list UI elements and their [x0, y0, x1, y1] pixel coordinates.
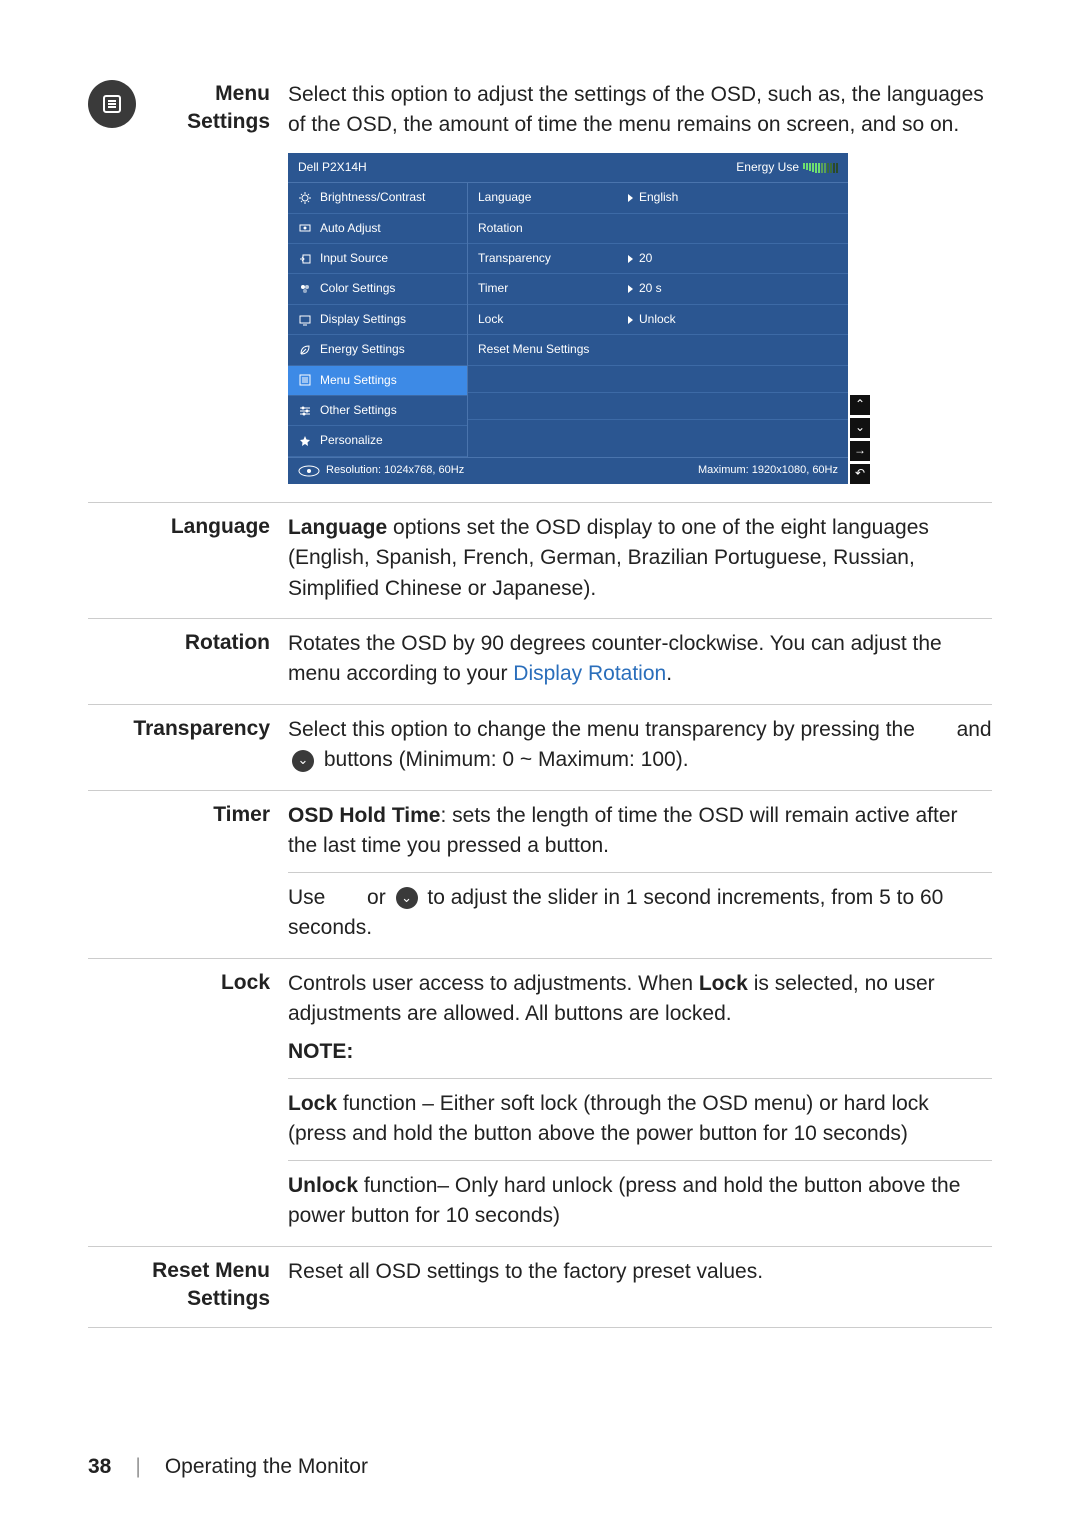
reset-description: Reset all OSD settings to the factory pr… [288, 1257, 992, 1287]
osd-up-button[interactable]: ⌃ [850, 395, 870, 415]
osd-item-label: Other Settings [320, 402, 397, 419]
lock-description: Controls user access to adjustments. Whe… [288, 969, 992, 1232]
label-menu-settings: Menu Settings [148, 80, 288, 137]
osd-right-panel: LanguageEnglishRotationTransparency20Tim… [468, 183, 848, 457]
osd-setting-label: Transparency [478, 250, 628, 267]
transparency-description: Select this option to change the menu tr… [288, 715, 992, 776]
osd-setting-row[interactable]: Rotation [468, 214, 848, 244]
rotation-description: Rotates the OSD by 90 degrees counter-cl… [288, 629, 992, 690]
label-rotation: Rotation [148, 629, 288, 657]
label-reset-menu-settings: Reset Menu Settings [148, 1257, 288, 1314]
osd-item-icon [298, 282, 312, 296]
osd-right-button[interactable]: → [850, 441, 870, 461]
down-arrow-icon: ⌄ [292, 750, 314, 772]
osd-menu-item[interactable]: Auto Adjust [288, 214, 467, 244]
osd-menu-item[interactable]: Energy Settings [288, 335, 467, 365]
osd-item-label: Color Settings [320, 280, 395, 297]
down-arrow-icon: ⌄ [396, 887, 418, 909]
osd-menu-item[interactable]: Display Settings [288, 305, 467, 335]
osd-menu-item[interactable]: Brightness/Contrast [288, 183, 467, 213]
page-number: 38 [88, 1455, 111, 1479]
osd-setting-row[interactable]: Transparency20 [468, 244, 848, 274]
osd-setting-value: English [628, 189, 678, 206]
section-transparency: Transparency Select this option to chang… [88, 705, 992, 791]
osd-menu-item[interactable]: Menu Settings [288, 366, 467, 396]
label-timer: Timer [148, 801, 288, 829]
osd-item-icon [298, 373, 312, 387]
osd-setting-label: Rotation [478, 220, 628, 237]
footer-section-title: Operating the Monitor [165, 1455, 368, 1479]
osd-item-icon [298, 404, 312, 418]
osd-menu-item[interactable]: Color Settings [288, 274, 467, 304]
osd-item-label: Personalize [320, 432, 383, 449]
osd-setting-value: 20 s [628, 280, 662, 297]
menu-settings-description: Select this option to adjust the setting… [288, 80, 992, 141]
menu-icon [88, 80, 136, 128]
osd-item-icon [298, 191, 312, 205]
osd-setting-label: Reset Menu Settings [478, 341, 628, 358]
timer-description: OSD Hold Time: sets the length of time t… [288, 801, 992, 944]
label-language: Language [148, 513, 288, 541]
osd-item-icon [298, 434, 312, 448]
osd-setting-row[interactable]: Timer20 s [468, 274, 848, 304]
osd-setting-value: 20 [628, 250, 652, 267]
display-rotation-link[interactable]: Display Rotation [513, 662, 666, 685]
osd-item-label: Brightness/Contrast [320, 189, 425, 206]
section-timer: Timer OSD Hold Time: sets the length of … [88, 791, 992, 959]
osd-item-label: Input Source [320, 250, 388, 267]
section-reset-menu-settings: Reset Menu Settings Reset all OSD settin… [88, 1247, 992, 1329]
osd-screenshot: Dell P2X14H Energy Use [288, 153, 992, 484]
osd-item-icon [298, 252, 312, 266]
note-label: NOTE: [288, 1037, 992, 1067]
label-lock: Lock [148, 969, 288, 997]
section-rotation: Rotation Rotates the OSD by 90 degrees c… [88, 619, 992, 705]
osd-setting-row[interactable]: Reset Menu Settings [468, 335, 848, 365]
osd-menu-item[interactable]: Input Source [288, 244, 467, 274]
osd-left-menu: Brightness/Contrast Auto Adjust Input Sour… [288, 183, 468, 457]
osd-item-icon [298, 221, 312, 235]
osd-back-button[interactable]: ↶ [850, 464, 870, 484]
osd-setting-row [468, 366, 848, 393]
osd-footer-resolution: Resolution: 1024x768, 60Hz [298, 463, 464, 479]
osd-energy-use: Energy Use [736, 159, 838, 176]
osd-item-icon [298, 313, 312, 327]
osd-setting-value: Unlock [628, 311, 676, 328]
section-language: Language Language options set the OSD di… [88, 503, 992, 619]
label-transparency: Transparency [128, 715, 288, 743]
section-lock: Lock Controls user access to adjustments… [88, 959, 992, 1247]
osd-setting-row [468, 393, 848, 420]
osd-setting-row[interactable]: LanguageEnglish [468, 183, 848, 213]
osd-setting-label: Language [478, 189, 628, 206]
section-menu-settings: Menu Settings Select this option to adju… [88, 70, 992, 503]
osd-item-label: Auto Adjust [320, 220, 381, 237]
osd-setting-row[interactable]: LockUnlock [468, 305, 848, 335]
osd-item-label: Display Settings [320, 311, 406, 328]
osd-item-label: Energy Settings [320, 341, 405, 358]
osd-setting-label: Lock [478, 311, 628, 328]
osd-footer-maximum: Maximum: 1920x1080, 60Hz [698, 463, 838, 479]
language-description: Language options set the OSD display to … [288, 513, 992, 604]
page-footer: 38 | Operating the Monitor [88, 1455, 368, 1479]
osd-model: Dell P2X14H [298, 159, 367, 176]
osd-down-button[interactable]: ⌄ [850, 418, 870, 438]
osd-setting-label: Timer [478, 280, 628, 297]
osd-menu-item[interactable]: Personalize [288, 426, 467, 456]
osd-menu-item[interactable]: Other Settings [288, 396, 467, 426]
osd-item-label: Menu Settings [320, 372, 397, 389]
osd-item-icon [298, 343, 312, 357]
